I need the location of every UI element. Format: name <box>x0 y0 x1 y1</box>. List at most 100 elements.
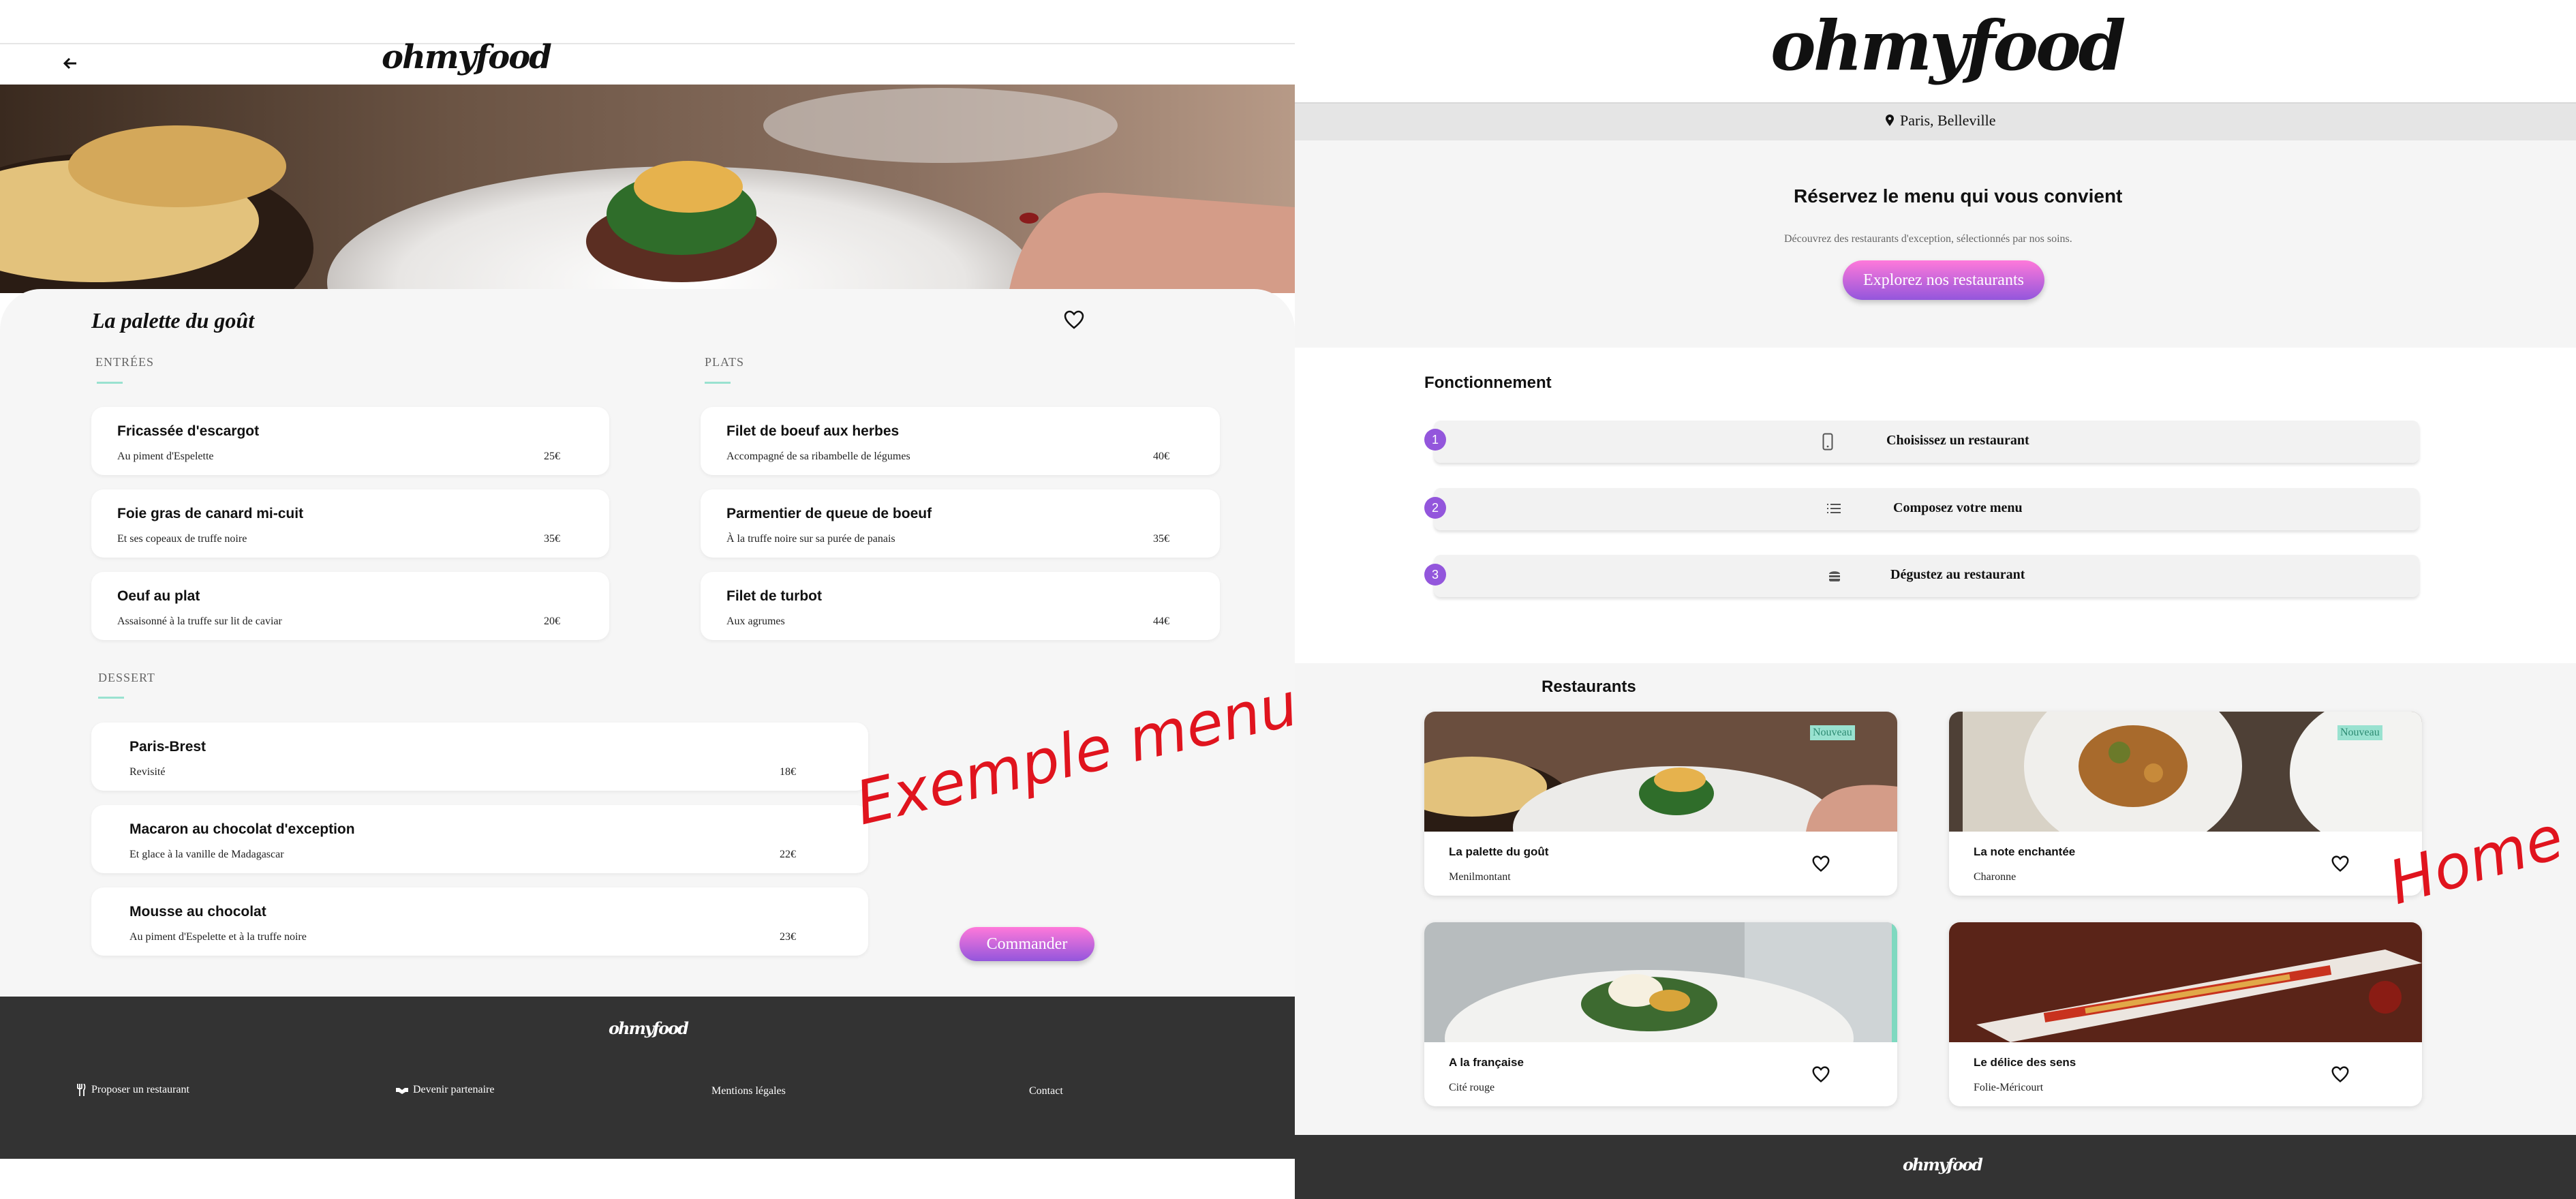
dish-price: 25€ <box>544 451 560 462</box>
list-icon <box>1827 504 1841 513</box>
dish-name: Fricassée d'escargot <box>117 423 260 439</box>
restaurant-card[interactable]: Nouveau La note enchantée Charonne <box>1949 712 2422 896</box>
step-label: Choisissez un restaurant <box>1886 433 2029 448</box>
dish-price: 22€ <box>780 849 796 860</box>
restaurant-name: La palette du goût <box>1449 845 1549 858</box>
restaurant-image <box>1949 922 2422 1042</box>
dish-name: Filet de boeuf aux herbes <box>726 423 900 439</box>
footer-link-label: Devenir partenaire <box>413 1084 495 1095</box>
footer-link-partner[interactable]: Devenir partenaire <box>395 1084 494 1096</box>
how-it-works-title: Fonctionnement <box>1424 374 1552 392</box>
hero-subtitle: Découvrez des restaurants d'exception, s… <box>1784 233 2072 245</box>
dish-card[interactable]: Oeuf au plat Assaisonné à la truffe sur … <box>91 572 609 640</box>
restaurant-location: Charonne <box>1974 871 2017 883</box>
restaurant-name: A la française <box>1449 1056 1524 1069</box>
dish-name: Filet de turbot <box>726 588 822 604</box>
dish-name: Oeuf au plat <box>117 588 200 604</box>
home-logo[interactable]: ohmyfood <box>1770 5 2126 86</box>
dish-price: 40€ <box>1153 451 1169 462</box>
step-label: Composez votre menu <box>1893 500 2023 515</box>
dish-name: Mousse au chocolat <box>129 904 266 920</box>
footer-link-label: Proposer un restaurant <box>91 1084 189 1095</box>
dish-card[interactable]: Parmentier de queue de boeuf À la truffe… <box>701 489 1220 558</box>
section-underline <box>705 382 731 384</box>
order-button[interactable]: Commander <box>960 927 1094 961</box>
restaurant-location: Menilmontant <box>1449 871 1511 883</box>
dish-card[interactable]: Macaron au chocolat d'exception Et glace… <box>91 805 868 873</box>
dish-name: Paris-Brest <box>129 739 206 755</box>
dish-description: Et ses copeaux de truffe noire <box>117 533 247 545</box>
dish-card[interactable]: Fricassée d'escargot Au piment d'Espelet… <box>91 407 609 475</box>
dish-price: 23€ <box>780 931 796 943</box>
location-bar: Paris, Belleville <box>1295 102 2576 140</box>
restaurant-name: Le délice des sens <box>1974 1056 2076 1069</box>
location-label: Paris, Belleville <box>1900 112 1996 129</box>
step-label: Dégustez au restaurant <box>1890 567 2025 582</box>
step-number: 2 <box>1424 497 1446 519</box>
food-icon <box>1829 571 1840 581</box>
new-badge: Nouveau <box>2337 725 2382 740</box>
heart-icon[interactable] <box>2331 855 2350 872</box>
footer-logo[interactable]: ohmyfood <box>1903 1155 1983 1174</box>
heart-icon[interactable] <box>1063 309 1085 330</box>
header-divider <box>0 43 1295 44</box>
restaurant-card[interactable]: A la française Cité rouge <box>1424 922 1897 1106</box>
dish-description: Aux agrumes <box>726 616 785 627</box>
heart-icon[interactable] <box>2331 1065 2350 1083</box>
dish-card[interactable]: Foie gras de canard mi-cuit Et ses copea… <box>91 489 609 558</box>
back-arrow-icon[interactable] <box>60 53 80 74</box>
dish-description: Et glace à la vanille de Madagascar <box>129 849 284 860</box>
dish-name: Foie gras de canard mi-cuit <box>117 506 304 521</box>
dish-card[interactable]: Filet de boeuf aux herbes Accompagné de … <box>701 407 1220 475</box>
section-title-plats: PLATS <box>705 355 745 369</box>
section-title-entrees: ENTRÉES <box>95 355 154 369</box>
dish-description: Au piment d'Espelette <box>117 451 214 462</box>
dish-price: 44€ <box>1153 616 1169 627</box>
step-number: 1 <box>1424 429 1446 451</box>
dish-description: Assaisonné à la truffe sur lit de caviar <box>117 616 282 627</box>
dish-card[interactable]: Paris-Brest Revisité 18€ <box>91 723 868 791</box>
cutlery-icon <box>77 1084 86 1096</box>
footer-link-contact[interactable]: Contact <box>1029 1085 1063 1097</box>
restaurants-title: Restaurants <box>1542 678 1636 696</box>
restaurant-card[interactable]: Le délice des sens Folie-Méricourt <box>1949 922 2422 1106</box>
dish-description: Au piment d'Espelette et à la truffe noi… <box>129 931 307 943</box>
dish-card[interactable]: Filet de turbot Aux agrumes 44€ <box>701 572 1220 640</box>
footer-logo[interactable]: ohmyfood <box>609 1018 689 1038</box>
section-title-dessert: DESSERT <box>98 671 155 684</box>
heart-icon[interactable] <box>1811 1065 1830 1083</box>
restaurant-card[interactable]: Nouveau La palette du goût Menilmontant <box>1424 712 1897 896</box>
section-underline <box>97 382 123 384</box>
dish-card[interactable]: Mousse au chocolat Au piment d'Espelette… <box>91 887 868 956</box>
restaurant-hero-image <box>0 85 1295 293</box>
phone-icon <box>1822 433 1833 451</box>
location-pin-icon <box>1886 115 1894 126</box>
handshake-icon <box>396 1088 408 1094</box>
restaurant-title: La palette du goût <box>91 308 255 333</box>
dish-price: 35€ <box>1153 533 1169 545</box>
dish-name: Macaron au chocolat d'exception <box>129 821 355 837</box>
footer-link-propose[interactable]: Proposer un restaurant <box>76 1084 189 1096</box>
dish-name: Parmentier de queue de boeuf <box>726 506 932 521</box>
explore-button[interactable]: Explorez nos restaurants <box>1843 260 2044 300</box>
new-badge: Nouveau <box>1810 725 1855 740</box>
dish-price: 35€ <box>544 533 560 545</box>
footer-link-legal[interactable]: Mentions légales <box>711 1085 786 1097</box>
step-card[interactable]: Choisissez un restaurant <box>1434 421 2419 463</box>
restaurant-location: Cité rouge <box>1449 1082 1495 1093</box>
step-card[interactable]: Dégustez au restaurant <box>1434 555 2419 597</box>
section-underline <box>98 697 124 699</box>
step-card[interactable]: Composez votre menu <box>1434 488 2419 530</box>
dish-description: Revisité <box>129 766 166 778</box>
dish-description: À la truffe noire sur sa purée de panais <box>726 533 895 545</box>
dish-price: 20€ <box>544 616 560 627</box>
dish-price: 18€ <box>780 766 796 778</box>
menu-logo[interactable]: ohmyfood <box>382 38 552 76</box>
location[interactable]: Paris, Belleville <box>1885 112 1996 130</box>
step-number: 3 <box>1424 564 1446 586</box>
restaurant-location: Folie-Méricourt <box>1974 1082 2044 1093</box>
dish-description: Accompagné de sa ribambelle de légumes <box>726 451 910 462</box>
heart-icon[interactable] <box>1811 855 1830 872</box>
hero-title: Réservez le menu qui vous convient <box>1794 185 2123 207</box>
restaurant-image <box>1424 922 1897 1042</box>
